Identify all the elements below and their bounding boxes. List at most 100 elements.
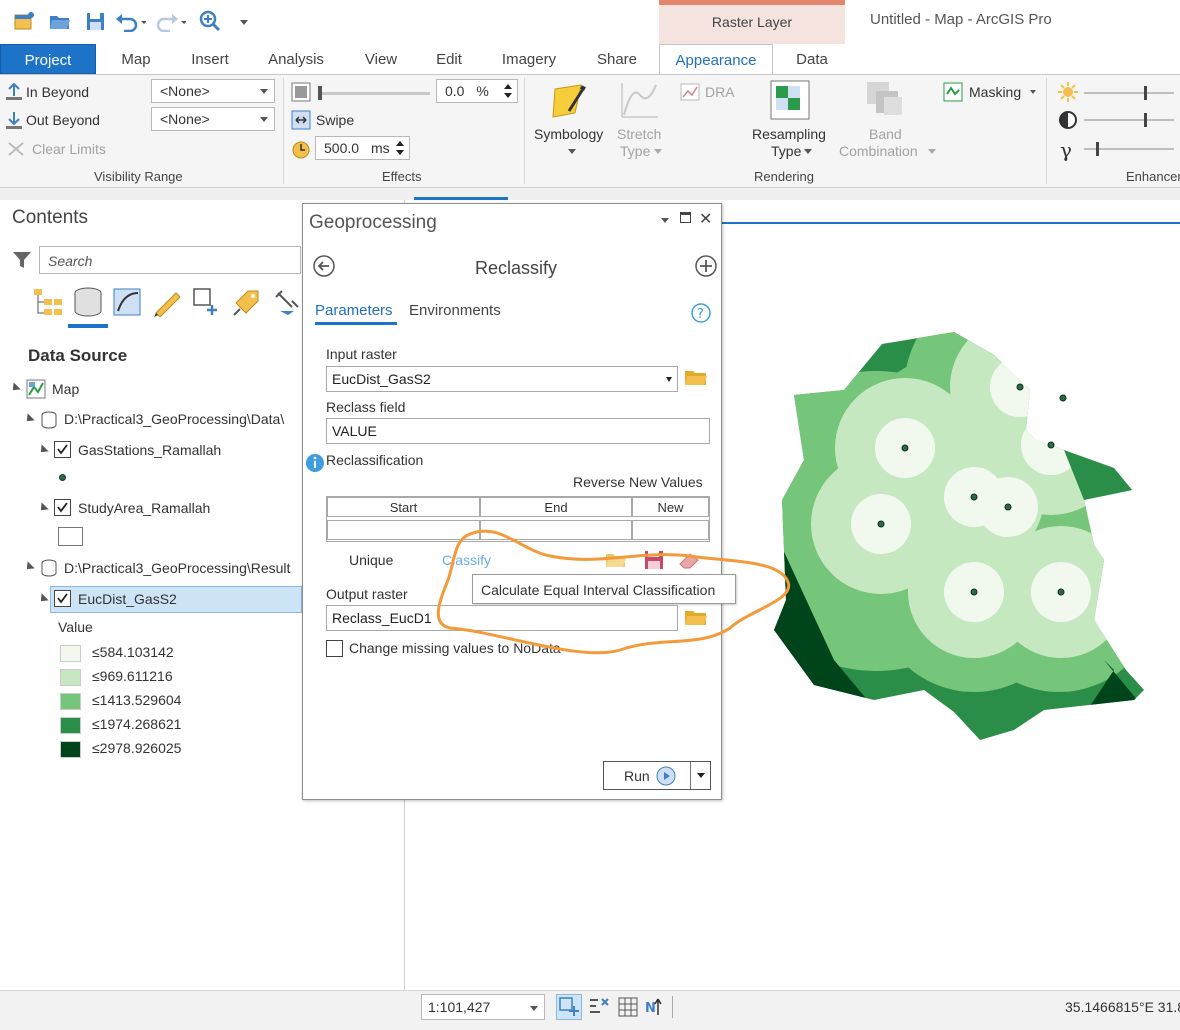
tab-data[interactable]: Data: [790, 44, 834, 74]
tab-share[interactable]: Share: [590, 44, 644, 74]
stretch-type-button[interactable]: Stretch: [617, 126, 661, 142]
customize-toolbar-icon[interactable]: [238, 10, 264, 34]
tab-project[interactable]: Project: [0, 44, 96, 74]
band-combination-button-line2: Combination: [839, 143, 918, 159]
tab-insert[interactable]: Insert: [184, 44, 236, 74]
transparency-slider[interactable]: [318, 86, 430, 100]
ribbon-separator: [524, 78, 525, 184]
layer-visibility-checkbox[interactable]: [54, 499, 71, 516]
pane-options-chevron-icon[interactable]: [661, 218, 669, 223]
north-arrow-icon[interactable]: N: [644, 996, 666, 1018]
map-scale-combo[interactable]: 1:101,427: [421, 994, 545, 1020]
tree-item-gasstations[interactable]: GasStations_Ramallah: [78, 442, 221, 458]
list-by-editing-icon[interactable]: [152, 287, 184, 317]
gamma-slider[interactable]: [1084, 142, 1174, 156]
clear-limits-button[interactable]: Clear Limits: [32, 141, 106, 157]
spinner-icon[interactable]: [503, 82, 513, 100]
contrast-slider[interactable]: [1084, 113, 1174, 127]
flicker-rate-input[interactable]: 500.0 ms: [315, 136, 410, 160]
column-header-end: End: [480, 497, 632, 517]
tab-parameters[interactable]: Parameters: [315, 302, 393, 319]
swipe-button[interactable]: Swipe: [316, 112, 354, 128]
help-icon[interactable]: ?: [690, 302, 712, 324]
undo-icon[interactable]: [114, 10, 146, 34]
tab-analysis[interactable]: Analysis: [262, 44, 330, 74]
reverse-new-values-button[interactable]: Reverse New Values: [573, 474, 703, 490]
fixed-zoom-icon[interactable]: [556, 994, 582, 1020]
tab-view[interactable]: View: [357, 44, 405, 74]
contents-search-input[interactable]: Search: [39, 246, 301, 274]
out-beyond-scale-combo[interactable]: <None>: [151, 107, 275, 131]
legend-swatch[interactable]: [60, 693, 81, 710]
back-icon[interactable]: [312, 254, 336, 278]
run-label: Run: [624, 768, 650, 784]
tree-item-studyarea[interactable]: StudyArea_Ramallah: [78, 500, 210, 516]
list-by-labeling-icon[interactable]: [232, 287, 264, 317]
browse-folder-icon[interactable]: [684, 367, 708, 387]
reclass-field-input[interactable]: VALUE: [326, 418, 710, 444]
nodata-checkbox[interactable]: [326, 640, 343, 657]
layer-visibility-checkbox[interactable]: [54, 441, 71, 458]
tab-environments[interactable]: Environments: [409, 302, 501, 319]
out-beyond-button[interactable]: Out Beyond: [26, 112, 100, 128]
dra-toggle[interactable]: DRA: [705, 84, 735, 100]
symbology-button[interactable]: Symbology: [534, 126, 603, 142]
filter-icon[interactable]: [12, 250, 32, 270]
legend-swatch[interactable]: [60, 669, 81, 686]
list-by-snapping-icon[interactable]: [192, 287, 224, 317]
input-raster-combo[interactable]: EucDist_GasS2: [326, 366, 678, 392]
list-by-data-source-icon[interactable]: [72, 287, 104, 317]
slider-thumb[interactable]: [318, 86, 322, 100]
group-label-rendering: Rendering: [754, 169, 814, 184]
database-icon: [40, 411, 58, 429]
tab-map[interactable]: Map: [112, 44, 160, 74]
table-of-contents-icon[interactable]: [588, 996, 610, 1018]
tab-imagery[interactable]: Imagery: [494, 44, 564, 74]
flicker-rate-unit: ms: [370, 140, 390, 156]
in-beyond-scale-combo[interactable]: <None>: [151, 79, 275, 103]
layer-visibility-checkbox[interactable]: [54, 590, 71, 607]
column-header-start: Start: [327, 497, 480, 517]
polygon-symbol: [58, 527, 83, 546]
close-icon[interactable]: ✕: [699, 209, 712, 229]
zoom-in-icon[interactable]: [198, 10, 224, 34]
tree-item-map[interactable]: Map: [52, 381, 79, 397]
redo-icon[interactable]: [154, 10, 186, 34]
new-project-icon[interactable]: [12, 10, 38, 34]
tree-item-result-folder[interactable]: D:\Practical3_GeoProcessing\Result: [64, 560, 290, 576]
legend-swatch[interactable]: [60, 645, 81, 662]
masking-button[interactable]: Masking: [969, 84, 1021, 100]
unique-button[interactable]: Unique: [349, 552, 393, 568]
info-icon[interactable]: [305, 453, 325, 473]
list-by-selection-icon[interactable]: [112, 287, 144, 317]
tab-appearance[interactable]: Appearance: [659, 44, 773, 75]
open-project-icon[interactable]: [48, 10, 74, 34]
legend-swatch[interactable]: [60, 717, 81, 734]
transparency-input[interactable]: 0.0 %: [436, 79, 518, 103]
slider-thumb[interactable]: [1144, 86, 1147, 100]
band-combination-button[interactable]: Band: [869, 126, 902, 142]
status-separator: [672, 996, 673, 1018]
legend-label: ≤1413.529604: [92, 692, 182, 708]
tree-item-data-folder[interactable]: D:\Practical3_GeoProcessing\Data\: [64, 411, 284, 427]
dra-icon: [680, 82, 700, 102]
run-button[interactable]: Run: [603, 761, 711, 790]
chevron-down-icon[interactable]: [697, 773, 705, 778]
maximize-icon[interactable]: [680, 212, 691, 223]
add-to-favorites-icon[interactable]: [694, 254, 718, 278]
stretch-type-icon: [620, 81, 660, 121]
list-by-drawing-order-icon[interactable]: [32, 287, 64, 317]
legend-swatch[interactable]: [60, 741, 81, 758]
resampling-type-button[interactable]: Resampling: [752, 126, 826, 142]
list-by-perspective-icon[interactable]: [272, 287, 304, 317]
spinner-icon[interactable]: [395, 139, 405, 157]
grid-icon[interactable]: [617, 996, 639, 1018]
save-project-icon[interactable]: [84, 10, 110, 34]
slider-thumb[interactable]: [1096, 142, 1099, 156]
slider-thumb[interactable]: [1144, 113, 1147, 127]
tab-edit[interactable]: Edit: [430, 44, 468, 74]
tree-item-eucdist[interactable]: EucDist_GasS2: [78, 591, 177, 607]
in-beyond-button[interactable]: In Beyond: [26, 84, 89, 100]
brightness-slider[interactable]: [1084, 86, 1174, 100]
checkmark-icon: [57, 502, 68, 513]
